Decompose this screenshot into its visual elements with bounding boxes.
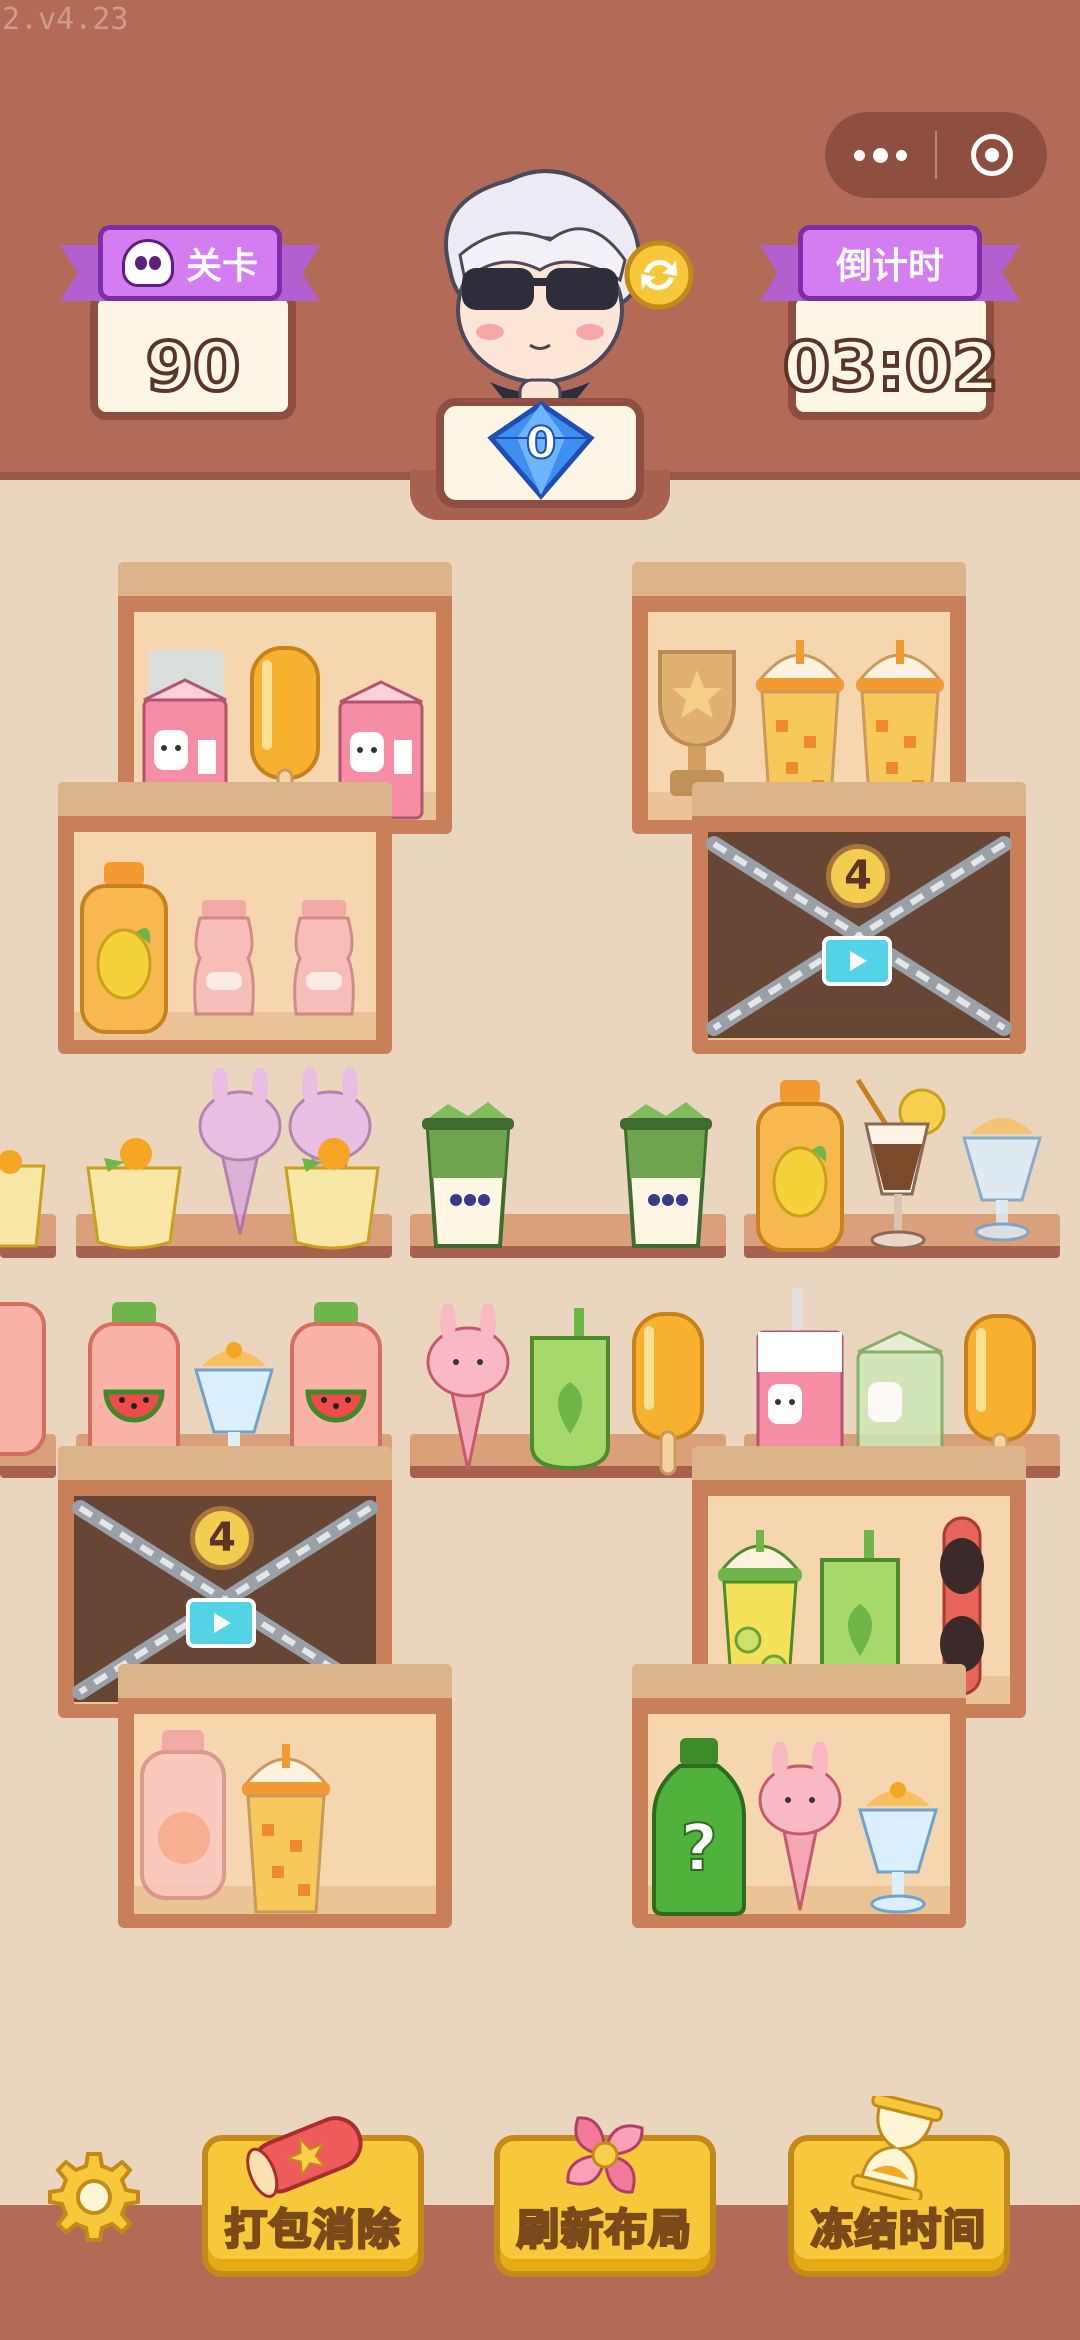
pinwheel-icon — [566, 2116, 644, 2194]
more-dots-icon[interactable] — [825, 147, 935, 163]
lock-count-badge: 4 — [826, 844, 890, 908]
gem-count: 0 — [525, 417, 558, 470]
freeze-time-label: 冻结时间 — [809, 2204, 987, 2256]
lime-soda-item[interactable] — [524, 1306, 616, 1472]
play-icon — [850, 951, 867, 971]
play-icon — [214, 1613, 231, 1633]
mystery-bottle-item[interactable]: ? — [650, 1736, 748, 1916]
mango-juice-item[interactable] — [752, 1078, 848, 1253]
trophy-item[interactable] — [650, 642, 744, 802]
yakult-bottle-item[interactable] — [186, 898, 262, 1018]
level-panel: 90 — [90, 290, 296, 420]
milk-carton-item[interactable] — [752, 1288, 848, 1472]
level-label: 关卡 — [185, 246, 258, 287]
mystery-mark: ? — [680, 1812, 717, 1886]
refresh-avatar-icon[interactable] — [622, 238, 696, 312]
rocket-star-icon — [246, 2116, 363, 2198]
bubble-tea-item[interactable] — [236, 1744, 336, 1916]
target-close-icon[interactable] — [937, 134, 1047, 176]
fruit-parfait-item[interactable] — [84, 1132, 184, 1252]
peach-juice-item[interactable] — [136, 1728, 230, 1902]
bunny-ice-cream-item[interactable] — [420, 1304, 516, 1474]
pack-eliminate-label: 打包消除 — [223, 2204, 401, 2256]
ice-cream-sundae-item[interactable] — [956, 1104, 1048, 1244]
mango-juice-item[interactable] — [76, 860, 172, 1035]
refresh-layout-label: 刷新布局 — [515, 2204, 693, 2256]
timer-ribbon: 倒计时 — [760, 225, 1020, 301]
video-unlock-button[interactable] — [186, 1598, 256, 1648]
bunny-ice-cream-item[interactable] — [190, 1068, 290, 1238]
level-ribbon: 关卡 — [60, 225, 320, 301]
video-unlock-button[interactable] — [822, 936, 892, 986]
bunny-ice-cream-item[interactable] — [752, 1742, 848, 1914]
skull-icon — [121, 239, 174, 287]
fruit-parfait-item[interactable] — [0, 1136, 50, 1256]
matcha-boba-item[interactable] — [418, 1098, 518, 1250]
juice-bottle-item[interactable] — [0, 1300, 46, 1460]
mini-program-capsule — [825, 112, 1047, 198]
timer-value: 03:02 — [781, 326, 1001, 409]
version-label: 2.v4.23 — [2, 2, 129, 37]
hourglass-icon — [850, 2096, 944, 2200]
lock-count-badge: 4 — [190, 1506, 254, 1570]
level-value: 90 — [144, 326, 243, 409]
iced-coffee-cocktail-item[interactable] — [852, 1074, 956, 1254]
ice-cream-sundae-item[interactable] — [852, 1776, 944, 1916]
fruit-parfait-item[interactable] — [282, 1132, 382, 1252]
timer-panel: 03:02 — [781, 290, 1001, 420]
yakult-bottle-item[interactable] — [286, 898, 362, 1018]
timer-label: 倒计时 — [835, 246, 944, 287]
matcha-boba-item[interactable] — [616, 1098, 716, 1250]
gear-icon[interactable] — [48, 2150, 140, 2242]
